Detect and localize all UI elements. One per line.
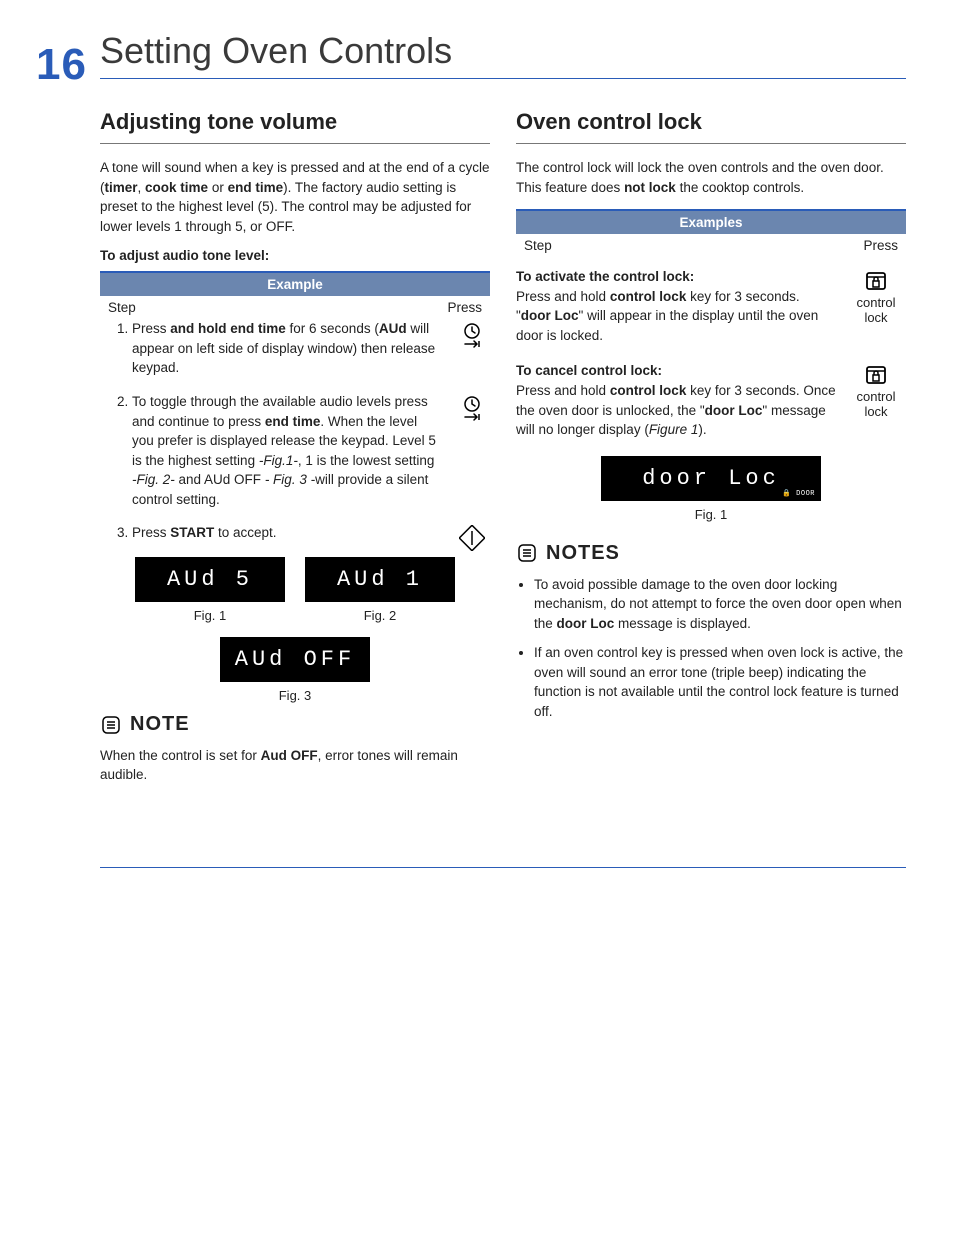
display-aud1: AUd 1 [305,557,455,602]
fig-1-caption: Fig. 1 [135,608,285,623]
col-step: Step [524,238,863,253]
cancel-text: Press and hold control lock key for 3 se… [516,383,836,437]
control-lock-icon [862,367,890,382]
activate-title: To activate the control lock: [516,267,836,287]
note-bullet: If an oven control key is pressed when o… [534,643,906,721]
cancel-title: To cancel control lock: [516,361,836,381]
display-aud-off: AUd OFF [220,637,370,682]
activate-text: Press and hold control lock key for 3 se… [516,289,818,343]
section-control-lock: Oven control lock The control lock will … [516,109,906,797]
intro-control-lock: The control lock will lock the oven cont… [516,158,906,197]
start-icon [454,525,490,551]
step-item: To toggle through the available audio le… [132,392,490,509]
display-door-loc: door Loc 🔒 DOOR [601,456,821,501]
step-item: Press START to accept. [132,523,490,543]
page-number: 16 [36,40,100,90]
examples-header: Examples [516,211,906,234]
steps-list-tone: Press and hold end time for 6 seconds (A… [100,319,490,543]
note-bullet: To avoid possible damage to the oven doo… [534,575,906,634]
heading-tone-volume: Adjusting tone volume [100,109,490,144]
step-item: Press and hold end time for 6 seconds (A… [132,319,490,378]
end-time-icon [454,394,490,422]
door-lock-indicator: 🔒 DOOR [782,489,815,498]
control-lock-icon [862,273,890,288]
end-time-icon [454,321,490,349]
step-intro-tone: To adjust audio tone level: [100,248,490,263]
fig-2-caption: Fig. 2 [305,608,455,623]
section-tone-volume: Adjusting tone volume A tone will sound … [100,109,490,797]
notes-list: To avoid possible damage to the oven doo… [516,575,906,722]
note-icon [100,713,122,736]
example-table-tone: Example Step Press [100,271,490,319]
page-title: Setting Oven Controls [100,30,906,72]
footer-rule [100,867,906,868]
note-title: NOTE [130,713,190,736]
col-press: Press [447,300,482,315]
control-lock-label: control lock [846,389,906,419]
control-lock-label: control lock [846,295,906,325]
fig-1-caption-lock: Fig. 1 [516,507,906,522]
note-text: When the control is set for Aud OFF, err… [100,746,490,785]
intro-tone-volume: A tone will sound when a key is pressed … [100,158,490,236]
fig-3-caption: Fig. 3 [100,688,490,703]
col-step: Step [108,300,447,315]
examples-table-lock: Examples Step Press [516,209,906,257]
heading-control-lock: Oven control lock [516,109,906,144]
example-header: Example [100,273,490,296]
note-icon [516,542,538,565]
col-press: Press [863,238,898,253]
note-box: NOTE When the control is set for Aud OFF… [100,713,490,785]
notes-box: NOTES To avoid possible damage to the ov… [516,542,906,722]
display-aud5: AUd 5 [135,557,285,602]
notes-title: NOTES [546,542,620,565]
